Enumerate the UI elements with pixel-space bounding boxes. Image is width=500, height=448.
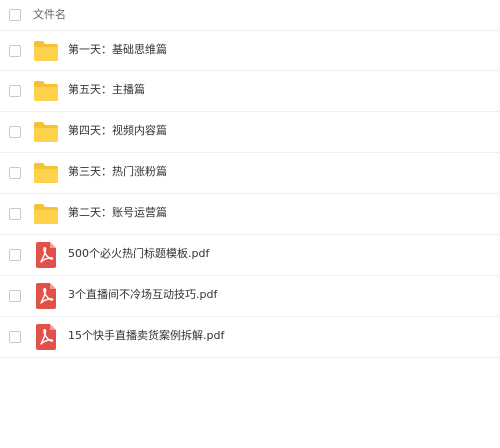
file-row[interactable]: 第三天：热门涨粉篇 xyxy=(0,153,500,194)
select-all-checkbox[interactable] xyxy=(9,9,21,21)
file-name[interactable]: 第一天：基础思维篇 xyxy=(68,42,167,58)
file-row[interactable]: 第五天：主播篇 xyxy=(0,71,500,112)
pdf-icon xyxy=(36,324,56,350)
file-name[interactable]: 15个快手直播卖货案例拆解.pdf xyxy=(68,328,224,344)
file-row[interactable]: 3个直播间不冷场互动技巧.pdf xyxy=(0,276,500,317)
file-name[interactable]: 3个直播间不冷场互动技巧.pdf xyxy=(68,287,217,303)
file-name[interactable]: 第二天：账号运营篇 xyxy=(68,205,167,221)
file-row[interactable]: 500个必火热门标题模板.pdf xyxy=(0,235,500,276)
row-checkbox[interactable] xyxy=(9,331,21,343)
row-checkbox[interactable] xyxy=(9,45,21,57)
row-checkbox[interactable] xyxy=(9,85,21,97)
row-checkbox[interactable] xyxy=(9,167,21,179)
file-row[interactable]: 第一天：基础思维篇 xyxy=(0,30,500,71)
file-name[interactable]: 500个必火热门标题模板.pdf xyxy=(68,246,209,262)
file-list-page: 文件名 第一天：基础思维篇 第五天：主播篇 第四天：视频内容篇 第三天：热门涨粉… xyxy=(0,0,500,448)
row-checkbox[interactable] xyxy=(9,249,21,261)
folder-icon xyxy=(34,163,58,183)
row-checkbox[interactable] xyxy=(9,208,21,220)
folder-icon xyxy=(34,41,58,61)
file-row[interactable]: 第二天：账号运营篇 xyxy=(0,194,500,235)
file-name[interactable]: 第五天：主播篇 xyxy=(68,82,145,98)
folder-icon xyxy=(34,81,58,101)
row-checkbox[interactable] xyxy=(9,126,21,138)
file-row[interactable]: 15个快手直播卖货案例拆解.pdf xyxy=(0,317,500,358)
file-name[interactable]: 第三天：热门涨粉篇 xyxy=(68,164,167,180)
file-list: 第一天：基础思维篇 第五天：主播篇 第四天：视频内容篇 第三天：热门涨粉篇 第二… xyxy=(0,30,500,358)
column-header-filename[interactable]: 文件名 xyxy=(33,7,66,23)
file-name[interactable]: 第四天：视频内容篇 xyxy=(68,123,167,139)
file-row[interactable]: 第四天：视频内容篇 xyxy=(0,112,500,153)
pdf-icon xyxy=(36,242,56,268)
pdf-icon xyxy=(36,283,56,309)
file-list-header: 文件名 xyxy=(0,0,500,30)
folder-icon xyxy=(34,122,58,142)
folder-icon xyxy=(34,204,58,224)
row-checkbox[interactable] xyxy=(9,290,21,302)
